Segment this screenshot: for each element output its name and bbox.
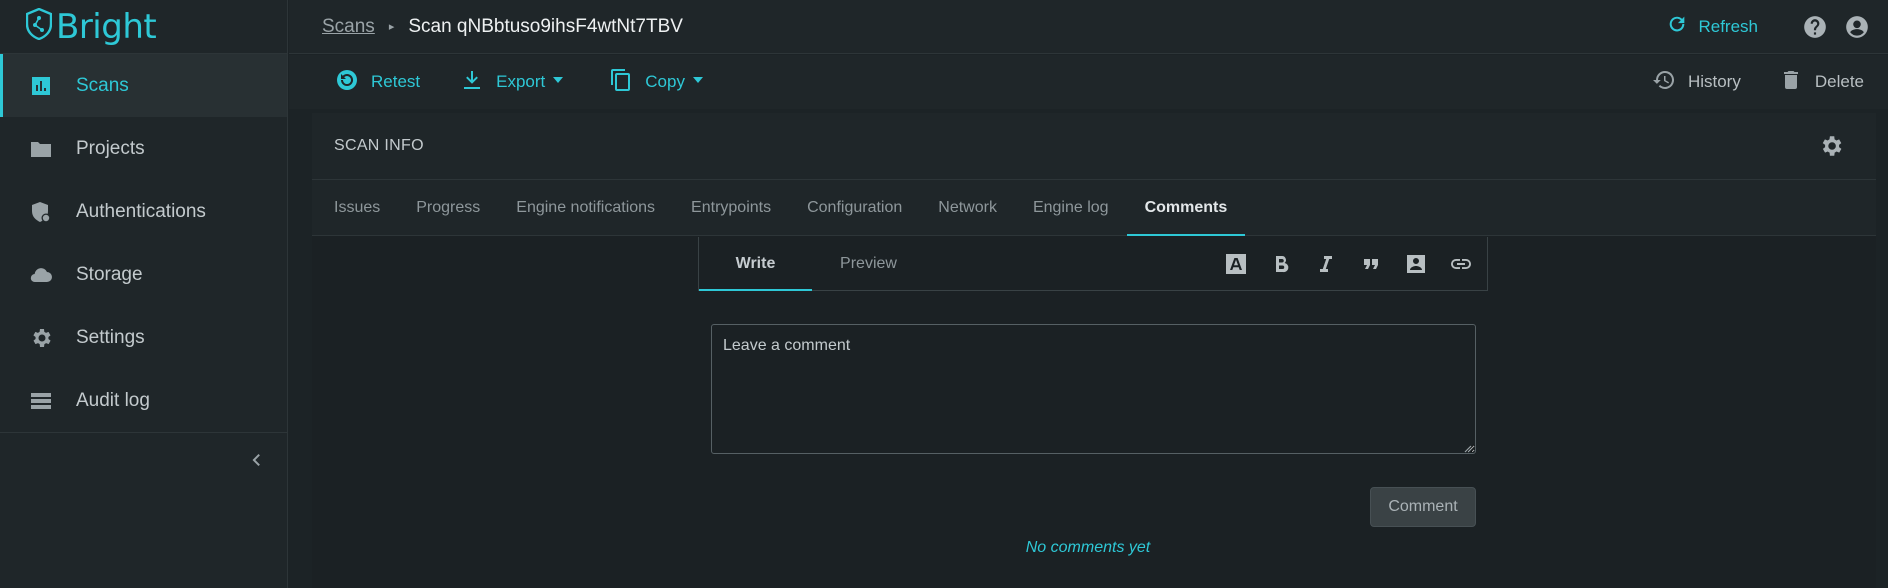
comment-submit-button[interactable]: Comment — [1370, 487, 1476, 527]
sidebar-item-label: Storage — [76, 263, 143, 285]
list-icon — [28, 388, 54, 414]
top-bar: Scans ▸ Scan qNBbtuso9ihsF4wtNt7TBV Refr… — [289, 0, 1888, 54]
no-comments-text: No comments yet — [1025, 539, 1151, 556]
quote-icon[interactable] — [1357, 250, 1385, 278]
sidebar-item-label: Authentications — [76, 200, 206, 222]
sidebar-item-storage[interactable]: Storage — [0, 243, 287, 306]
tab-entrypoints[interactable]: Entrypoints — [673, 180, 789, 235]
breadcrumb-separator-icon: ▸ — [388, 21, 395, 33]
sidebar-nav: Scans Projects Authentications Storage S… — [0, 54, 287, 432]
card-header: SCAN INFO — [312, 113, 1876, 180]
settings-gear-icon[interactable] — [1818, 133, 1844, 159]
logo[interactable]: Bright — [0, 0, 287, 54]
toolbar-right-actions: History Delete — [1652, 68, 1888, 97]
breadcrumb-current: Scan qNBbtuso9ihsF4wtNt7TBV — [408, 15, 683, 37]
italic-icon[interactable] — [1312, 250, 1340, 278]
tab-comments[interactable]: Comments — [1126, 180, 1246, 236]
mention-icon[interactable] — [1402, 250, 1430, 278]
copy-label: Copy — [645, 72, 685, 91]
bright-logo-icon — [25, 7, 53, 45]
sidebar-divider — [0, 432, 288, 433]
tab-network[interactable]: Network — [920, 180, 1015, 235]
refresh-button[interactable]: Refresh — [1666, 13, 1758, 40]
folder-icon — [28, 136, 54, 162]
scan-tabs: Issues Progress Engine notifications Ent… — [312, 180, 1876, 236]
editor-tab-write[interactable]: Write — [699, 237, 812, 291]
editor-tab-preview[interactable]: Preview — [812, 237, 925, 290]
retest-label: Retest — [371, 72, 421, 91]
sidebar-item-label: Settings — [76, 326, 145, 348]
delete-button[interactable]: Delete — [1779, 68, 1864, 97]
delete-label: Delete — [1814, 72, 1864, 91]
help-icon[interactable] — [1802, 14, 1828, 40]
format-toolbar — [1205, 237, 1487, 290]
top-right-actions: Refresh — [1666, 13, 1888, 40]
chevron-left-icon — [248, 452, 264, 473]
logo-text: Bright — [56, 6, 157, 47]
tab-progress[interactable]: Progress — [398, 180, 498, 235]
copy-button[interactable]: Copy — [609, 68, 705, 97]
sidebar-item-label: Audit log — [76, 389, 150, 411]
comment-input[interactable] — [711, 324, 1476, 454]
refresh-label: Refresh — [1698, 16, 1758, 36]
trash-icon — [1779, 68, 1803, 97]
scan-toolbar: Retest Export Copy History Delete — [289, 55, 1888, 109]
sidebar-item-scans[interactable]: Scans — [0, 54, 287, 117]
sidebar-item-projects[interactable]: Projects — [0, 117, 287, 180]
tab-engine-log[interactable]: Engine log — [1015, 180, 1127, 235]
retest-button[interactable]: Retest — [335, 68, 420, 97]
link-icon[interactable] — [1447, 250, 1475, 278]
caret-down-icon — [545, 72, 565, 92]
history-button[interactable]: History — [1652, 68, 1741, 97]
sidebar-item-label: Scans — [76, 74, 129, 96]
tab-configuration[interactable]: Configuration — [789, 180, 920, 235]
sidebar-item-authentications[interactable]: Authentications — [0, 180, 287, 243]
retest-icon — [335, 68, 359, 97]
chart-icon — [28, 73, 54, 99]
empty-state: No comments yet — [312, 539, 1876, 557]
shield-icon — [28, 199, 54, 225]
comment-editor-tabs: Write Preview — [698, 237, 1488, 291]
tab-issues[interactable]: Issues — [316, 180, 398, 235]
card-title: SCAN INFO — [334, 137, 424, 154]
sidebar-item-audit-log[interactable]: Audit log — [0, 369, 287, 432]
bold-icon[interactable] — [1267, 250, 1295, 278]
account-icon[interactable] — [1844, 14, 1870, 40]
tab-engine-notifications[interactable]: Engine notifications — [498, 180, 673, 235]
download-icon — [460, 68, 484, 97]
scan-info-card: SCAN INFO Issues Progress Engine notific… — [312, 113, 1876, 588]
gear-icon — [28, 325, 54, 351]
history-label: History — [1687, 72, 1741, 91]
sidebar: Bright Scans Projects Authentications St… — [0, 0, 288, 588]
caret-down-icon — [685, 72, 705, 92]
history-icon — [1652, 68, 1676, 97]
export-button[interactable]: Export — [460, 68, 565, 97]
sidebar-item-label: Projects — [76, 137, 145, 159]
copy-icon — [609, 68, 633, 97]
resize-handle-icon[interactable] — [1462, 440, 1472, 453]
export-label: Export — [496, 72, 546, 91]
refresh-icon — [1666, 13, 1698, 40]
sidebar-item-settings[interactable]: Settings — [0, 306, 287, 369]
collapse-sidebar-button[interactable] — [246, 452, 266, 472]
cloud-icon — [28, 262, 54, 288]
text-format-icon[interactable] — [1222, 250, 1250, 278]
breadcrumb-scans-link[interactable]: Scans — [322, 16, 375, 38]
